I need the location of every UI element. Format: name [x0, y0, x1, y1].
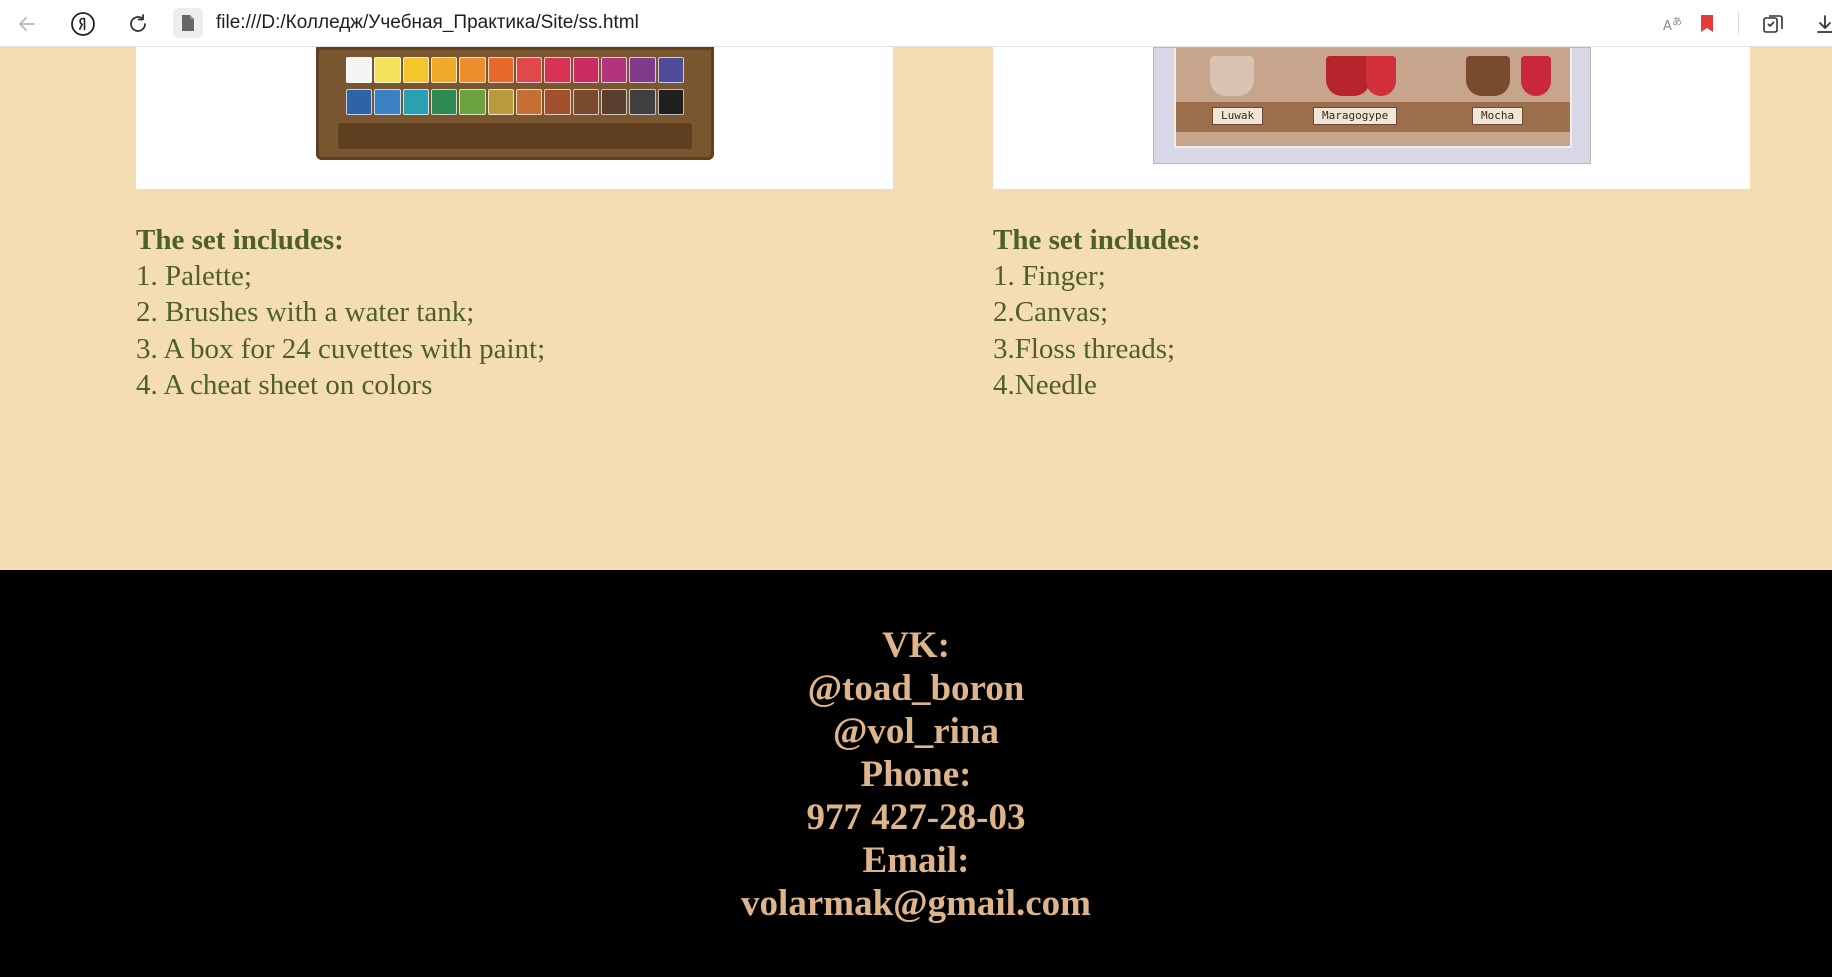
list-item: 3. A box for 24 cuvettes with paint;: [136, 332, 546, 365]
reload-icon[interactable]: [123, 9, 153, 39]
embroidery-frame-illustration: Luwak Maragogype Mocha: [1153, 47, 1591, 164]
phone-label: Phone:: [860, 754, 972, 795]
includes-title: The set includes:: [136, 224, 344, 256]
set-includes-embroidery: The set includes: 1. Finger; 2.Canvas; 3…: [993, 222, 1201, 403]
svg-text:あ: あ: [1672, 16, 1682, 28]
bookmark-icon[interactable]: [1692, 9, 1722, 39]
back-arrow-icon[interactable]: [12, 9, 42, 39]
address-bar[interactable]: file:///D:/Колледж/Учебная_Практика/Site…: [216, 12, 639, 34]
image-tag-maragogype: Maragogype: [1313, 107, 1398, 125]
page-content: Luwak Maragogype Mocha The set includes:…: [0, 47, 1832, 570]
list-item: 2.Canvas;: [993, 296, 1109, 329]
phone-number: 977 427-28-03: [806, 797, 1026, 838]
set-includes-watercolor: The set includes: 1. Palette; 2. Brushes…: [136, 222, 545, 403]
list-item: 4.Needle: [993, 368, 1097, 401]
vk-handle: @vol_rina: [833, 711, 999, 752]
watercolor-set-image: [136, 47, 893, 189]
vk-handle: @toad_boron: [807, 668, 1025, 709]
collections-icon[interactable]: [1758, 9, 1788, 39]
email-address: volarmak@gmail.com: [741, 883, 1091, 924]
list-item: 4. A cheat sheet on colors: [136, 368, 433, 401]
includes-list: 1. Palette; 2. Brushes with a water tank…: [136, 258, 545, 403]
footer: VK: @toad_boron @vol_rina Phone: 977 427…: [0, 570, 1832, 977]
vk-label: VK:: [882, 625, 950, 666]
email-label: Email:: [862, 840, 970, 881]
translate-icon[interactable]: Aあ: [1658, 9, 1688, 39]
list-item: 1. Palette;: [136, 260, 252, 293]
browser-toolbar: file:///D:/Колледж/Учебная_Практика/Site…: [0, 0, 1832, 47]
list-item: 2. Brushes with a water tank;: [136, 296, 475, 329]
download-icon[interactable]: [1810, 9, 1832, 39]
yandex-icon[interactable]: [68, 9, 98, 39]
embroidery-kit-image: Luwak Maragogype Mocha: [993, 47, 1750, 189]
image-tag-mocha: Mocha: [1472, 107, 1524, 125]
paint-box-illustration: [316, 47, 714, 160]
list-item: 3.Floss threads;: [993, 332, 1176, 365]
includes-list: 1. Finger; 2.Canvas; 3.Floss threads; 4.…: [993, 258, 1201, 403]
file-icon[interactable]: [173, 8, 203, 38]
list-item: 1. Finger;: [993, 260, 1106, 293]
includes-title: The set includes:: [993, 224, 1201, 256]
svg-text:A: A: [1663, 19, 1672, 34]
image-tag-luwak: Luwak: [1212, 107, 1264, 125]
toolbar-separator: [1738, 12, 1739, 34]
contact-block: VK: @toad_boron @vol_rina Phone: 977 427…: [0, 624, 1832, 925]
